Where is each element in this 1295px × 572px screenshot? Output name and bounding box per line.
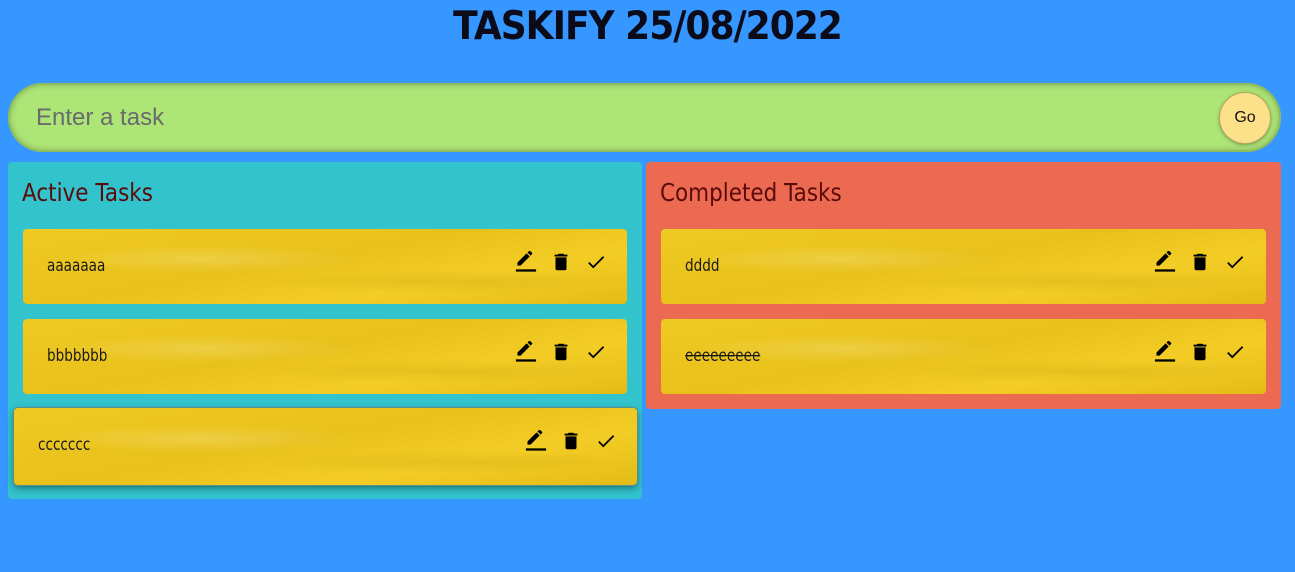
check-icon[interactable] (585, 341, 607, 363)
page-title: TASKIFY 25/08/2022 (453, 4, 843, 49)
completed-tasks-title: Completed Tasks (660, 178, 842, 207)
task-text: eeeeeeeee (685, 346, 761, 366)
active-tasks-panel: Active Tasks aaaaaaa bbbbbbb ccccccc (8, 162, 642, 499)
task-text: bbbbbbb (47, 346, 108, 366)
delete-icon[interactable] (1189, 341, 1211, 363)
check-icon[interactable] (595, 430, 617, 452)
task-text: aaaaaaa (47, 256, 106, 276)
task-form: Go (8, 83, 1281, 152)
edit-icon[interactable] (1154, 251, 1176, 273)
task-text: ccccccc (38, 435, 91, 455)
edit-icon[interactable] (525, 430, 547, 452)
task-card[interactable]: bbbbbbb (23, 319, 627, 394)
delete-icon[interactable] (550, 251, 572, 273)
check-icon[interactable] (585, 251, 607, 273)
edit-icon[interactable] (515, 341, 537, 363)
task-card[interactable]: dddd (661, 229, 1266, 304)
task-card[interactable]: eeeeeeeee (661, 319, 1266, 394)
go-button[interactable]: Go (1220, 93, 1270, 143)
check-icon[interactable] (1224, 251, 1246, 273)
delete-icon[interactable] (560, 430, 582, 452)
task-card[interactable]: ccccccc (14, 408, 637, 485)
edit-icon[interactable] (1154, 341, 1176, 363)
check-icon[interactable] (1224, 341, 1246, 363)
task-text: dddd (685, 256, 720, 276)
delete-icon[interactable] (1189, 251, 1211, 273)
task-card[interactable]: aaaaaaa (23, 229, 627, 304)
completed-tasks-panel: Completed Tasks dddd eeeeeeeee (646, 162, 1281, 409)
delete-icon[interactable] (550, 341, 572, 363)
task-input[interactable] (36, 100, 1196, 136)
active-tasks-title: Active Tasks (22, 178, 153, 207)
edit-icon[interactable] (515, 251, 537, 273)
